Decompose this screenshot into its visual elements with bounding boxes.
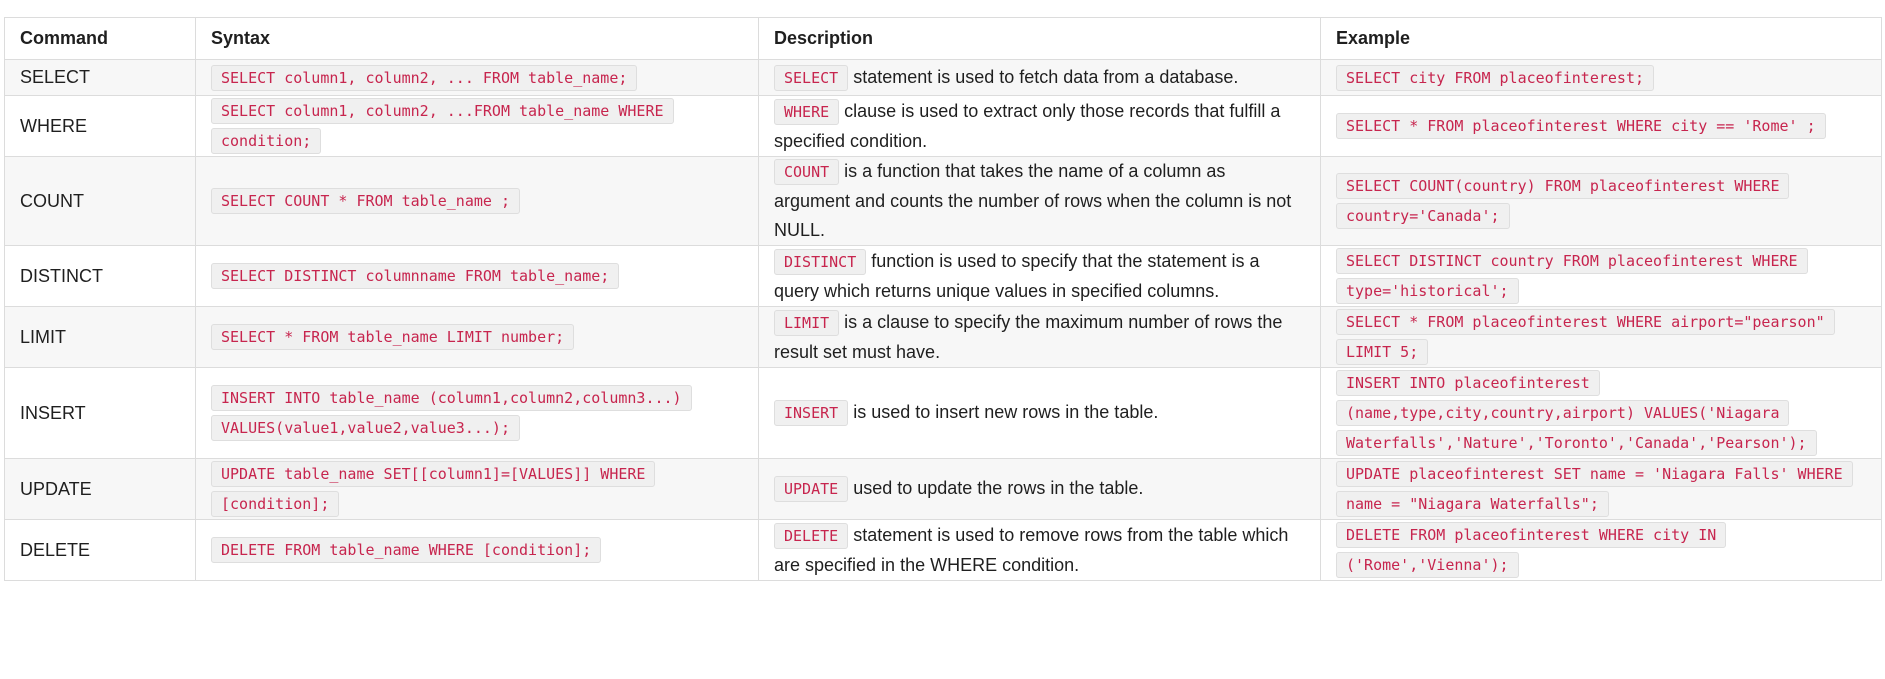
command-cell: DISTINCT	[4, 245, 196, 307]
example-cell: SELECT DISTINCT country FROM placeofinte…	[1320, 245, 1882, 307]
syntax-cell: UPDATE table_name SET[[column1]=[VALUES]…	[195, 458, 759, 520]
command-cell: SELECT	[4, 59, 196, 96]
example-cell: SELECT * FROM placeofinterest WHERE airp…	[1320, 306, 1882, 368]
description-text: is a clause to specify the maximum numbe…	[774, 311, 1283, 362]
syntax-code: SELECT DISTINCT columnname FROM table_na…	[211, 263, 620, 289]
description-text: used to update the rows in the table.	[848, 478, 1144, 498]
table-row: UPDATE UPDATE table_name SET[[column1]=[…	[4, 458, 1882, 520]
command-cell: INSERT	[4, 367, 196, 459]
example-code: SELECT DISTINCT country FROM placeofinte…	[1336, 248, 1808, 304]
table-row: INSERT INSERT INTO table_name (column1,c…	[4, 367, 1882, 459]
syntax-code: SELECT COUNT * FROM table_name ;	[211, 188, 520, 214]
header-description: Description	[758, 17, 1321, 60]
description-keyword-code: COUNT	[774, 159, 840, 185]
description-cell: WHERE clause is used to extract only tho…	[758, 95, 1321, 157]
description-text: statement is used to fetch data from a d…	[848, 66, 1239, 87]
syntax-cell: SELECT DISTINCT columnname FROM table_na…	[195, 245, 759, 307]
table-row: SELECT SELECT column1, column2, ... FROM…	[4, 59, 1882, 96]
syntax-cell: SELECT COUNT * FROM table_name ;	[195, 156, 759, 246]
example-code: SELECT COUNT(country) FROM placeofintere…	[1336, 173, 1790, 229]
sql-commands-table-wrapper: Command Syntax Description Example SELEC…	[4, 17, 1882, 581]
header-command: Command	[4, 17, 196, 60]
description-keyword-code: INSERT	[774, 400, 849, 426]
description-text: is used to insert new rows in the table.	[848, 402, 1159, 422]
description-text: statement is used to remove rows from th…	[774, 524, 1289, 575]
description-cell: LIMIT is a clause to specify the maximum…	[758, 306, 1321, 368]
command-cell: COUNT	[4, 156, 196, 246]
example-cell: INSERT INTO placeofinterest (name,type,c…	[1320, 367, 1882, 459]
syntax-cell: INSERT INTO table_name (column1,column2,…	[195, 367, 759, 459]
table-row: DELETE DELETE FROM table_name WHERE [con…	[4, 519, 1882, 581]
header-example: Example	[1320, 17, 1882, 60]
example-code: SELECT * FROM placeofinterest WHERE airp…	[1336, 309, 1835, 365]
example-cell: SELECT * FROM placeofinterest WHERE city…	[1320, 95, 1882, 157]
command-cell: WHERE	[4, 95, 196, 157]
example-code: UPDATE placeofinterest SET name = 'Niaga…	[1336, 461, 1853, 517]
example-cell: SELECT city FROM placeofinterest;	[1320, 59, 1882, 96]
table-row: LIMIT SELECT * FROM table_name LIMIT num…	[4, 306, 1882, 368]
example-cell: DELETE FROM placeofinterest WHERE city I…	[1320, 519, 1882, 581]
syntax-code: SELECT * FROM table_name LIMIT number;	[211, 324, 575, 350]
command-cell: UPDATE	[4, 458, 196, 520]
syntax-cell: SELECT column1, column2, ...FROM table_n…	[195, 95, 759, 157]
syntax-cell: DELETE FROM table_name WHERE [condition]…	[195, 519, 759, 581]
table-row: DISTINCT SELECT DISTINCT columnname FROM…	[4, 245, 1882, 307]
syntax-code: DELETE FROM table_name WHERE [condition]…	[211, 537, 602, 563]
description-cell: COUNT is a function that takes the name …	[758, 156, 1321, 246]
table-row: WHERE SELECT column1, column2, ...FROM t…	[4, 95, 1882, 157]
description-cell: INSERT is used to insert new rows in the…	[758, 367, 1321, 459]
description-keyword-code: LIMIT	[774, 309, 840, 336]
description-cell: SELECT statement is used to fetch data f…	[758, 59, 1321, 96]
example-code: INSERT INTO placeofinterest (name,type,c…	[1336, 370, 1817, 456]
syntax-code: SELECT column1, column2, ... FROM table_…	[211, 64, 638, 91]
description-keyword-code: DELETE	[774, 522, 849, 549]
description-cell: DELETE statement is used to remove rows …	[758, 519, 1321, 581]
description-text: clause is used to extract only those rec…	[774, 100, 1281, 151]
example-cell: SELECT COUNT(country) FROM placeofintere…	[1320, 156, 1882, 246]
example-code: DELETE FROM placeofinterest WHERE city I…	[1336, 522, 1727, 578]
syntax-cell: SELECT * FROM table_name LIMIT number;	[195, 306, 759, 368]
sql-commands-table: Command Syntax Description Example SELEC…	[4, 17, 1882, 581]
description-keyword-code: UPDATE	[774, 476, 849, 502]
description-text: is a function that takes the name of a c…	[774, 161, 1292, 240]
table-header-row: Command Syntax Description Example	[4, 17, 1882, 60]
syntax-code: UPDATE table_name SET[[column1]=[VALUES]…	[211, 461, 656, 517]
table-row: COUNT SELECT COUNT * FROM table_name ; C…	[4, 156, 1882, 246]
description-cell: DISTINCT function is used to specify tha…	[758, 245, 1321, 307]
syntax-code: INSERT INTO table_name (column1,column2,…	[211, 385, 692, 441]
header-syntax: Syntax	[195, 17, 759, 60]
example-code: SELECT * FROM placeofinterest WHERE city…	[1336, 113, 1826, 139]
syntax-code: SELECT column1, column2, ...FROM table_n…	[211, 98, 674, 154]
description-keyword-code: DISTINCT	[774, 248, 867, 275]
example-code: SELECT city FROM placeofinterest;	[1336, 64, 1655, 91]
description-keyword-code: SELECT	[774, 64, 849, 91]
command-cell: DELETE	[4, 519, 196, 581]
description-cell: UPDATE used to update the rows in the ta…	[758, 458, 1321, 520]
syntax-cell: SELECT column1, column2, ... FROM table_…	[195, 59, 759, 96]
example-cell: UPDATE placeofinterest SET name = 'Niaga…	[1320, 458, 1882, 520]
command-cell: LIMIT	[4, 306, 196, 368]
description-keyword-code: WHERE	[774, 98, 840, 125]
